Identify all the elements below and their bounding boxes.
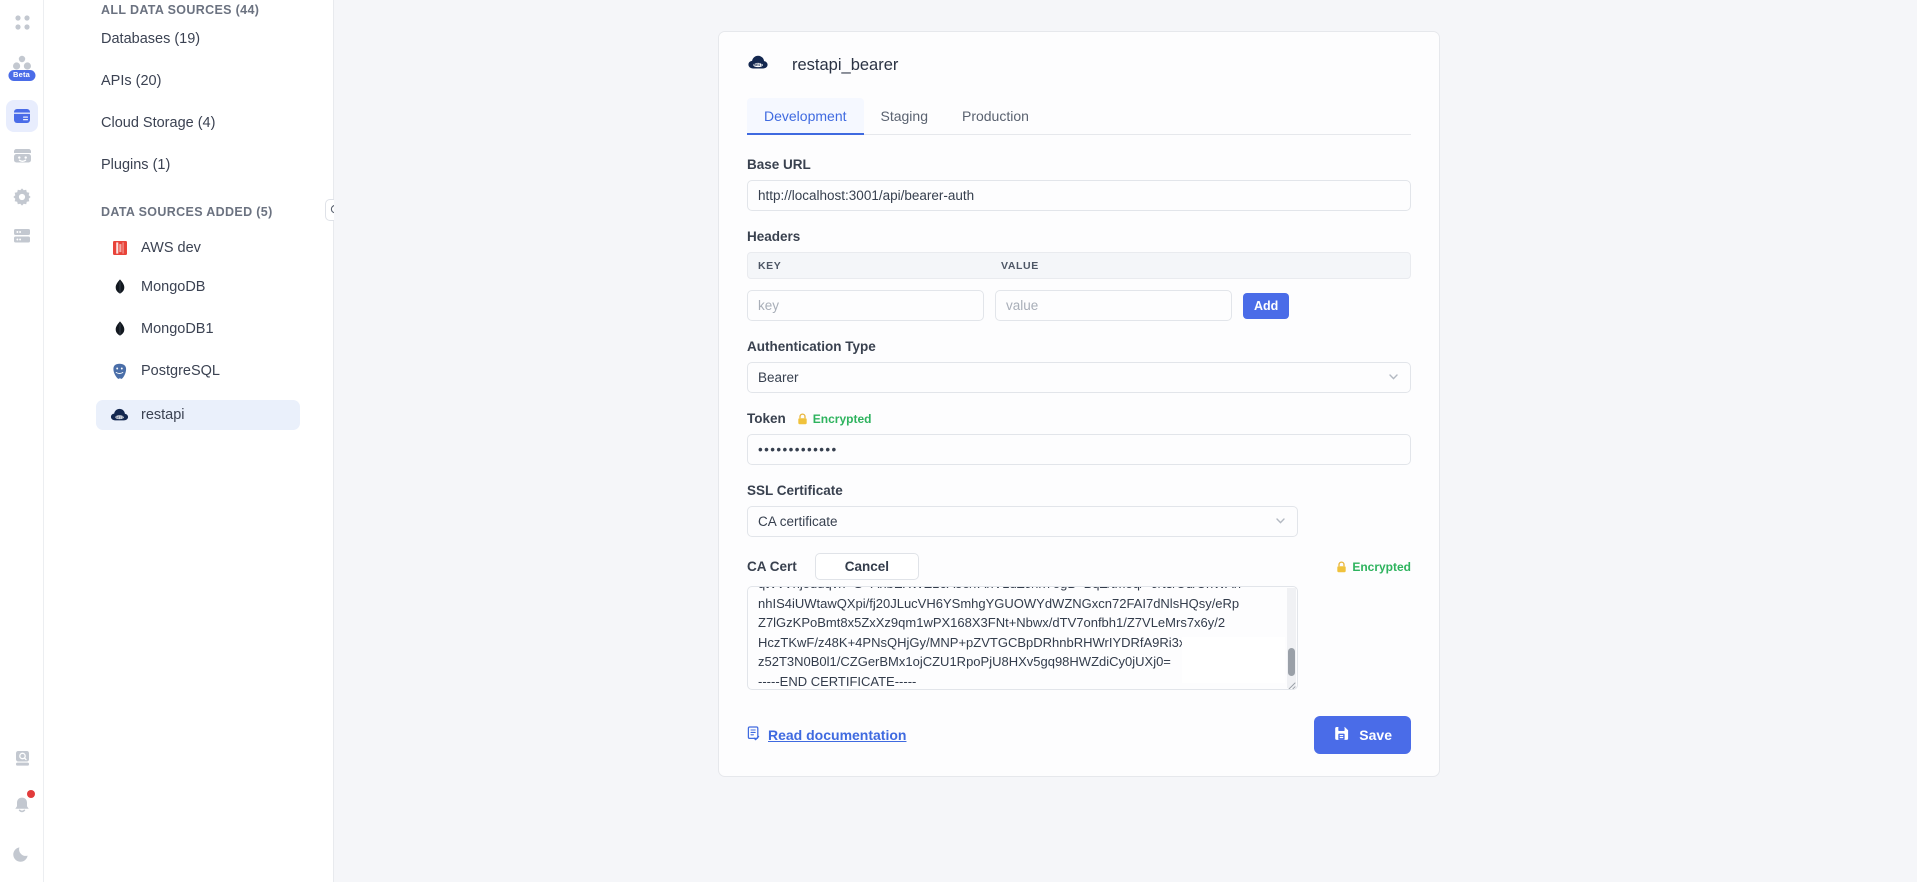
main-content: (REST) restapi_bearer Development Stagin… (334, 0, 1917, 882)
ca-cert-textarea[interactable]: qtVvVnjouuqvn+G+AhbEXWE16A5o/rAhV1dZ9/ln… (747, 586, 1298, 690)
headers-table-head: KEY VALUE (747, 252, 1411, 279)
list-item-label: PostgreSQL (141, 363, 220, 379)
list-item[interactable]: PostgreSQL (96, 356, 300, 386)
ca-cert-label: CA Cert (747, 559, 797, 574)
list-item[interactable]: AWS dev (96, 233, 300, 263)
sidebar-item-cloud-storage[interactable]: Cloud Storage (4) (101, 115, 215, 131)
environment-tabs: Development Staging Production (747, 97, 1411, 135)
app-root: Beta (0, 0, 1917, 882)
datasource-title-row: (REST) restapi_bearer (747, 50, 1411, 80)
card-body: Base URL Headers KEY VALUE Add (719, 135, 1439, 690)
encrypted-label: Encrypted (813, 412, 872, 426)
list-item[interactable]: MongoDB (96, 272, 300, 302)
restapi-icon: (REST) (747, 54, 769, 76)
status-badge: Encrypted (797, 412, 872, 426)
server-icon[interactable] (0, 222, 44, 248)
resize-handle-icon[interactable] (1285, 678, 1296, 689)
icon-rail: Beta (0, 0, 44, 882)
restapi-icon: (REST) (110, 406, 129, 425)
sidebar-item-databases[interactable]: Databases (19) (101, 31, 200, 47)
svg-text:(REST): (REST) (115, 415, 125, 419)
base-url-label: Base URL (747, 157, 1411, 172)
authentication-type-select[interactable]: Bearer (747, 362, 1411, 393)
notification-badge-dot (27, 790, 35, 798)
datasource-config-card: (REST) restapi_bearer Development Stagin… (718, 31, 1440, 777)
card-header: (REST) restapi_bearer Development Stagin… (719, 32, 1439, 135)
apps-grid-icon[interactable] (0, 8, 44, 36)
base-url-input[interactable] (747, 180, 1411, 211)
header-key-input[interactable] (747, 290, 984, 321)
header-value-input[interactable] (995, 290, 1232, 321)
token-input[interactable] (747, 434, 1411, 465)
chevron-down-icon (1274, 514, 1287, 530)
mongodb-icon (110, 278, 129, 297)
ssl-certificate-label: SSL Certificate (747, 483, 1411, 498)
scrollbar[interactable] (1287, 588, 1296, 688)
marketplace-icon[interactable] (0, 142, 44, 170)
column-header-value: VALUE (991, 260, 1039, 272)
chevron-down-icon (1387, 370, 1400, 386)
save-label: Save (1359, 727, 1392, 743)
tab-staging[interactable]: Staging (864, 98, 945, 135)
ssl-certificate-select[interactable]: CA certificate (747, 506, 1298, 537)
document-icon (747, 726, 761, 744)
data-sources-sidebar: ALL DATA SOURCES (44) Databases (19) API… (44, 0, 334, 882)
tab-development[interactable]: Development (747, 98, 864, 135)
sidebar-item-label: restapi (141, 407, 185, 423)
authentication-type-label: Authentication Type (747, 339, 1411, 354)
token-label: Token (747, 411, 786, 426)
beta-badge: Beta (8, 70, 35, 81)
ca-cert-overlay (1182, 637, 1285, 683)
aws-icon (110, 239, 129, 258)
headers-label: Headers (747, 229, 1411, 244)
svg-text:(REST): (REST) (753, 63, 764, 67)
lock-icon (1336, 561, 1347, 573)
cancel-button[interactable]: Cancel (815, 553, 919, 580)
postgresql-icon (110, 362, 129, 381)
encrypted-label: Encrypted (1352, 560, 1411, 574)
status-badge: Encrypted (1336, 560, 1411, 574)
lock-icon (797, 413, 808, 425)
list-item-label: MongoDB (141, 279, 205, 295)
ssl-certificate-value: CA certificate (758, 514, 838, 529)
column-header-key: KEY (748, 260, 991, 272)
mongodb-icon (110, 320, 129, 339)
read-documentation-label: Read documentation (768, 727, 906, 743)
tab-production[interactable]: Production (945, 98, 1046, 135)
data-sources-added-header: DATA SOURCES ADDED (5) (101, 205, 273, 219)
sidebar-item-restapi[interactable]: (REST) restapi (96, 400, 300, 430)
page-title: restapi_bearer (792, 56, 898, 75)
dark-mode-moon-icon[interactable] (0, 840, 44, 866)
table-row: Add (747, 290, 1411, 321)
authentication-type-value: Bearer (758, 370, 799, 385)
help-search-icon[interactable] (0, 745, 44, 771)
all-data-sources-header: ALL DATA SOURCES (44) (101, 3, 259, 17)
token-label-row: Token Encrypted (747, 411, 1411, 426)
sidebar-item-plugins[interactable]: Plugins (1) (101, 157, 170, 173)
ca-cert-row: CA Cert Cancel Encrypted (747, 553, 1411, 580)
card-footer: Read documentation Save (719, 690, 1439, 776)
list-item-label: AWS dev (141, 240, 201, 256)
headers-table: KEY VALUE Add (747, 252, 1411, 321)
save-disk-icon (1333, 725, 1350, 745)
read-documentation-link[interactable]: Read documentation (747, 726, 906, 744)
notifications-bell-icon[interactable] (0, 792, 44, 818)
list-item-label: MongoDB1 (141, 321, 214, 337)
scrollbar-thumb[interactable] (1288, 648, 1295, 676)
database-icon[interactable] (0, 100, 44, 132)
settings-gear-icon[interactable] (0, 184, 44, 210)
list-item[interactable]: MongoDB1 (96, 314, 300, 344)
sidebar-item-apis[interactable]: APIs (20) (101, 73, 161, 89)
save-button[interactable]: Save (1314, 716, 1411, 754)
add-header-button[interactable]: Add (1243, 293, 1289, 319)
